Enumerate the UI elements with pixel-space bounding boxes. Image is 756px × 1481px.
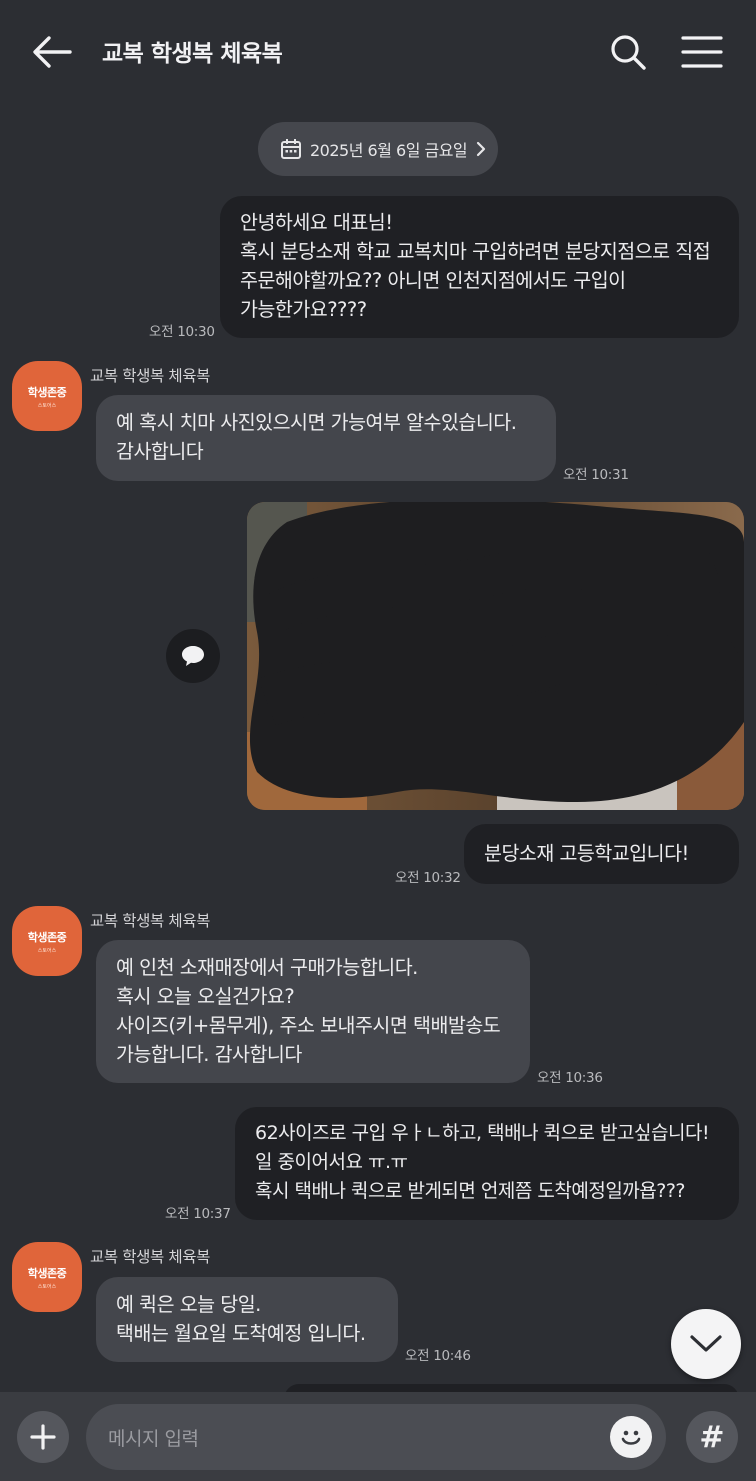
avatar-logo-subtext: 스토어스	[37, 402, 57, 409]
avatar-logo-subtext: 스토어스	[37, 947, 57, 954]
their-message-bubble[interactable]: 예 인천 소재매장에서 구매가능합니다. 혹시 오늘 오실건가요? 사이즈(키+…	[96, 940, 530, 1083]
sender-avatar[interactable]: 학생존중 스토어스	[12, 361, 82, 431]
search-button[interactable]	[608, 32, 648, 72]
search-icon	[611, 35, 646, 70]
calendar-icon	[281, 139, 301, 159]
sender-avatar[interactable]: 학생존중 스토어스	[12, 1242, 82, 1312]
message-time: 오전 10:37	[165, 1206, 231, 1222]
back-button[interactable]	[30, 34, 74, 70]
hashtag-button[interactable]: #	[686, 1411, 738, 1463]
hamburger-menu-icon	[681, 36, 723, 68]
sender-name: 교복 학생복 체육복	[90, 1248, 210, 1266]
avatar-logo-text: 학생존중	[27, 1266, 67, 1280]
my-message-bubble[interactable]: 62사이즈로 구입 우ㅏㄴ하고, 택배나 퀵으로 받고싶습니다! 일 중이어서요…	[235, 1107, 739, 1220]
scroll-to-bottom-button[interactable]	[671, 1309, 741, 1379]
avatar-logo-subtext: 스토어스	[37, 1283, 57, 1290]
share-reply-button[interactable]	[166, 629, 220, 683]
plus-icon	[30, 1424, 56, 1450]
attach-plus-button[interactable]	[17, 1411, 69, 1463]
arrow-left-icon	[33, 36, 72, 68]
avatar-logo-text: 학생존중	[27, 385, 67, 399]
message-input-placeholder: 메시지 입력	[108, 1428, 199, 1450]
shared-photo[interactable]	[247, 502, 744, 810]
my-message-bubble[interactable]: 안녕하세요 대표님! 혹시 분당소재 학교 교복치마 구입하려면 분당지점으로 …	[220, 196, 739, 338]
hash-icon: #	[699, 1419, 725, 1455]
message-time: 오전 10:36	[537, 1070, 603, 1086]
sender-name: 교복 학생복 체육복	[90, 367, 210, 385]
message-input[interactable]: 메시지 입력	[86, 1404, 666, 1470]
avatar-logo-text: 학생존중	[27, 930, 67, 944]
redacted-photo-image	[247, 502, 744, 810]
message-time: 오전 10:30	[149, 324, 215, 340]
date-pill[interactable]: 2025년 6월 6일 금요일	[258, 122, 498, 176]
message-time: 오전 10:32	[395, 870, 461, 886]
emoji-button[interactable]	[610, 1416, 652, 1458]
chevron-right-icon	[477, 141, 486, 157]
their-message-bubble[interactable]: 예 퀵은 오늘 당일. 택배는 월요일 도착예정 입니다.	[96, 1277, 398, 1362]
chevron-down-icon	[690, 1335, 722, 1352]
my-message-bubble[interactable]: 분당소재 고등학교입니다!	[464, 824, 739, 884]
sender-name: 교복 학생복 체육복	[90, 912, 210, 930]
their-message-bubble[interactable]: 예 혹시 치마 사진있으시면 가능여부 알수있습니다. 감사합니다	[96, 395, 556, 481]
date-text: 2025년 6월 6일 금요일	[310, 141, 468, 160]
chat-title: 교복 학생복 체육복	[102, 41, 283, 67]
sender-avatar[interactable]: 학생존중 스토어스	[12, 906, 82, 976]
smiley-icon	[621, 1430, 641, 1445]
message-time: 오전 10:46	[405, 1348, 471, 1364]
speech-bubble-icon	[182, 646, 204, 666]
menu-button[interactable]	[680, 32, 724, 72]
chat-header: 교복 학생복 체육복	[0, 0, 756, 104]
message-time: 오전 10:31	[563, 467, 629, 483]
